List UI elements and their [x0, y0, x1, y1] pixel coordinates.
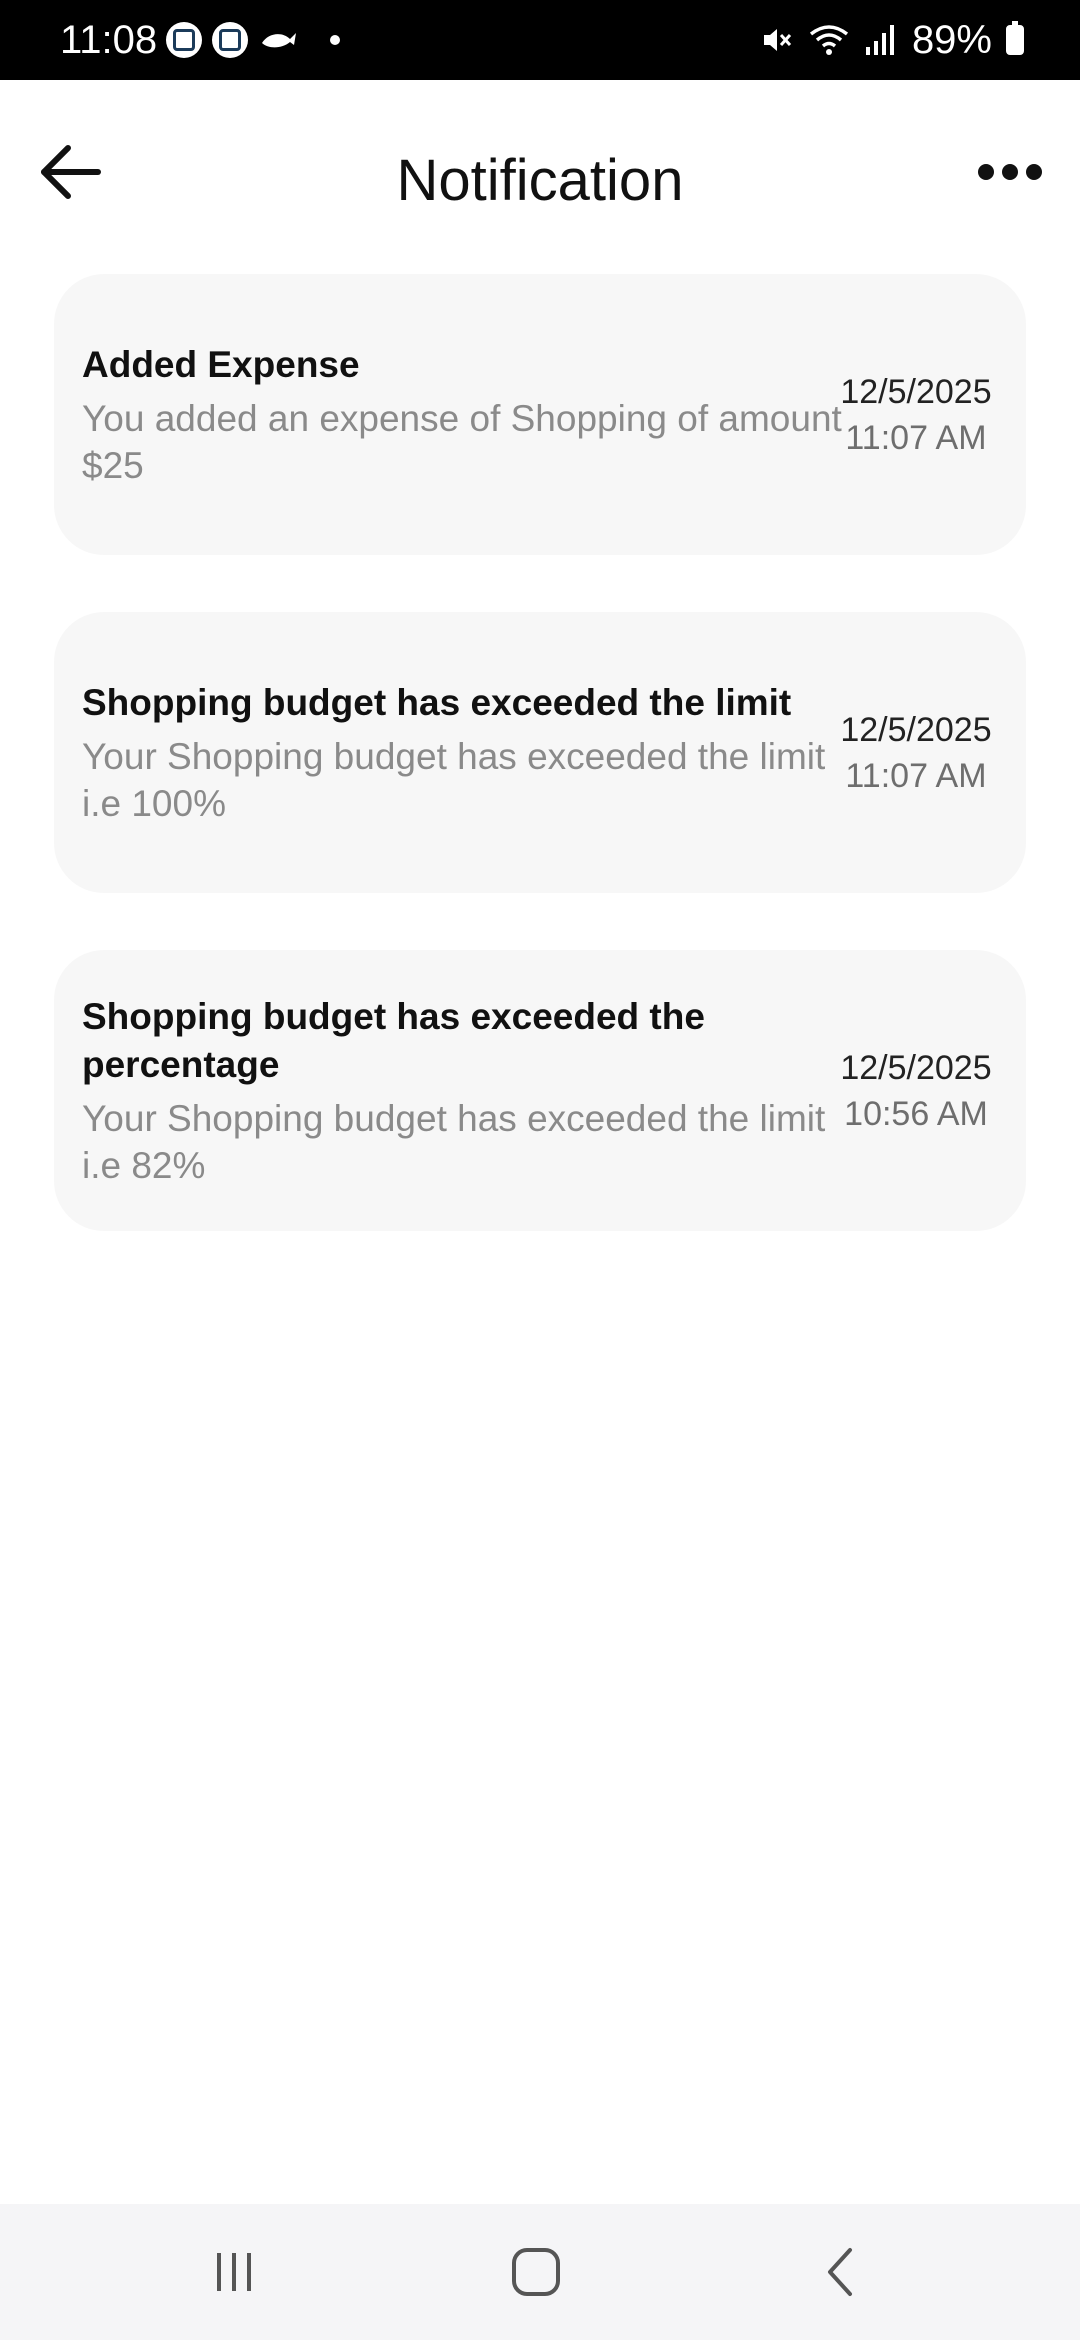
- notification-time: 11:07 AM: [845, 418, 987, 457]
- notification-card[interactable]: Shopping budget has exceeded the limit Y…: [54, 612, 1026, 893]
- notification-text: Shopping budget has exceeded the percent…: [82, 950, 872, 1231]
- status-notification-icons: [166, 22, 340, 58]
- notification-meta: 12/5/2025 11:07 AM: [826, 274, 1006, 555]
- fish-icon: [262, 33, 296, 48]
- notification-body: Your Shopping budget has exceeded the li…: [82, 735, 826, 824]
- more-dot: [1002, 164, 1018, 180]
- back-icon: [828, 2248, 852, 2296]
- home-button[interactable]: [456, 2204, 616, 2340]
- notification-time: 11:07 AM: [845, 756, 987, 795]
- nav-back-button[interactable]: [760, 2204, 920, 2340]
- notification-text: Shopping budget has exceeded the limit Y…: [82, 612, 872, 893]
- app-header: Notification: [0, 80, 1080, 290]
- recent-apps-icon: [217, 2253, 251, 2291]
- notification-list: Added Expense You added an expense of Sh…: [54, 274, 1026, 1288]
- more-options-button[interactable]: [970, 150, 1050, 194]
- notification-title: Shopping budget has exceeded the percent…: [82, 995, 705, 1085]
- notification-card[interactable]: Added Expense You added an expense of Sh…: [54, 274, 1026, 555]
- notification-card[interactable]: Shopping budget has exceeded the percent…: [54, 950, 1026, 1231]
- notification-date: 12/5/2025: [840, 372, 992, 411]
- dot-icon: [330, 35, 340, 45]
- status-bar: 11:08 89%: [0, 0, 1080, 80]
- home-icon: [512, 2248, 560, 2296]
- more-dot: [1026, 164, 1042, 180]
- notification-body: You added an expense of Shopping of amou…: [82, 397, 842, 486]
- status-system-icons: 89%: [758, 16, 1024, 64]
- notification-body: Your Shopping budget has exceeded the li…: [82, 1097, 826, 1186]
- page-title: Notification: [396, 148, 684, 213]
- mute-icon: [763, 29, 792, 51]
- notification-date: 12/5/2025: [840, 710, 992, 749]
- battery-charging-icon: [1006, 21, 1024, 55]
- notification-text: Added Expense You added an expense of Sh…: [82, 274, 872, 555]
- battery-percentage: 89%: [911, 18, 992, 62]
- notification-title: Shopping budget has exceeded the limit: [82, 681, 792, 723]
- notification-title: Added Expense: [82, 343, 360, 385]
- notification-time: 10:56 AM: [844, 1094, 988, 1133]
- status-time: 11:08: [60, 18, 158, 62]
- notification-date: 12/5/2025: [840, 1048, 992, 1087]
- wifi-icon: [809, 25, 849, 55]
- app-icon: [166, 22, 202, 58]
- app-icon: [212, 22, 248, 58]
- notification-meta: 12/5/2025 11:07 AM: [826, 612, 1006, 893]
- recent-apps-button[interactable]: [154, 2204, 314, 2340]
- signal-icon: [865, 25, 894, 55]
- system-nav-bar: [0, 2204, 1080, 2340]
- more-horizontal-icon: [978, 164, 994, 180]
- notification-meta: 12/5/2025 10:56 AM: [826, 950, 1006, 1231]
